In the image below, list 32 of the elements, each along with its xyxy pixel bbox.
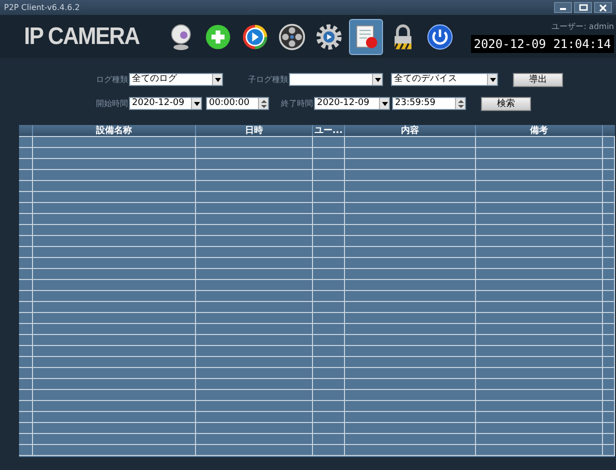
maximize-icon [578,4,588,11]
column-header[interactable]: 日時 [196,125,313,136]
close-button[interactable] [594,2,612,13]
export-button[interactable]: 導出 [513,72,563,86]
search-button[interactable]: 検索 [481,96,531,110]
settings-icon [315,22,343,52]
field-label: 開始時間 [95,98,128,110]
time-field[interactable]: 23:59:59 [392,97,466,110]
film-reel-icon [278,22,306,52]
date-picker[interactable]: 2020-12-09 [129,97,202,110]
column-header[interactable]: ユー... [313,125,345,136]
time-field[interactable]: 00:00:00 [206,97,269,110]
minimize-button[interactable] [554,2,572,13]
maximize-button[interactable] [574,2,592,13]
spinner-icon [258,98,268,109]
user-label: ユーザー: admin [552,20,614,32]
column-header[interactable]: 備考 [476,125,603,136]
sub-log-type-dropdown[interactable] [289,73,383,86]
power-icon [426,22,454,52]
close-icon [599,4,607,12]
date-picker[interactable]: 2020-12-09 [314,97,390,110]
device-dropdown[interactable]: 全てのデバイス [391,73,498,86]
window-title: P2P Client-v6.4.6.2 [4,2,80,14]
field-label: ログ種類 [95,74,128,86]
field-label: 終了時間 [280,98,313,110]
spinner-icon [455,98,465,109]
clock-display: 2020-12-09 21:04:14 [470,34,614,52]
field-label: 子ログ種類 [248,74,288,86]
log-type-dropdown[interactable]: 全てのログ [129,73,223,86]
app-logo: IP CAMERA [24,22,140,52]
column-header[interactable]: 内容 [345,125,476,136]
column-header[interactable]: 設備名称 [33,125,196,136]
